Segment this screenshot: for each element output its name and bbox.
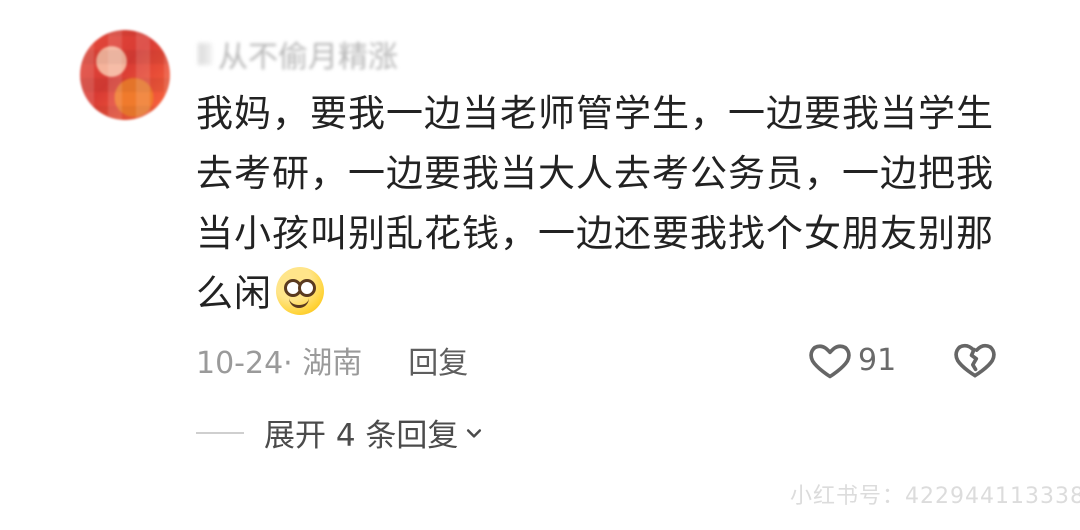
- date-location: 10-24· 湖南: [196, 346, 363, 381]
- like-button[interactable]: 91: [808, 338, 896, 382]
- username-text: 从不偷月精涨: [218, 40, 398, 75]
- comment-meta: 10-24· 湖南 回复: [196, 338, 468, 382]
- expand-replies-label: 展开 4 条回复: [264, 418, 459, 454]
- like-count: 91: [858, 342, 897, 378]
- comment-text: 我妈，要我一边当老师管学生，一边要我当学生 去考研，一边要我当大人去考公务员，一…: [196, 84, 996, 324]
- avatar[interactable]: [80, 30, 170, 120]
- username-blur: [198, 43, 212, 65]
- chevron-down-icon: [467, 428, 482, 438]
- expand-divider: [196, 431, 244, 434]
- watermark: 小红书号：422944113338: [790, 484, 1080, 509]
- emoji-mouth: [289, 295, 309, 308]
- dislike-button[interactable]: [953, 338, 997, 382]
- broken-heart-icon: [954, 343, 996, 378]
- expand-replies-button[interactable]: 展开 4 条回复: [196, 410, 484, 455]
- reply-button[interactable]: 回复: [408, 338, 468, 382]
- heart-icon: [809, 344, 851, 379]
- smiling-face-icon: [276, 267, 324, 315]
- username[interactable]: 从不偷月精涨: [198, 32, 398, 76]
